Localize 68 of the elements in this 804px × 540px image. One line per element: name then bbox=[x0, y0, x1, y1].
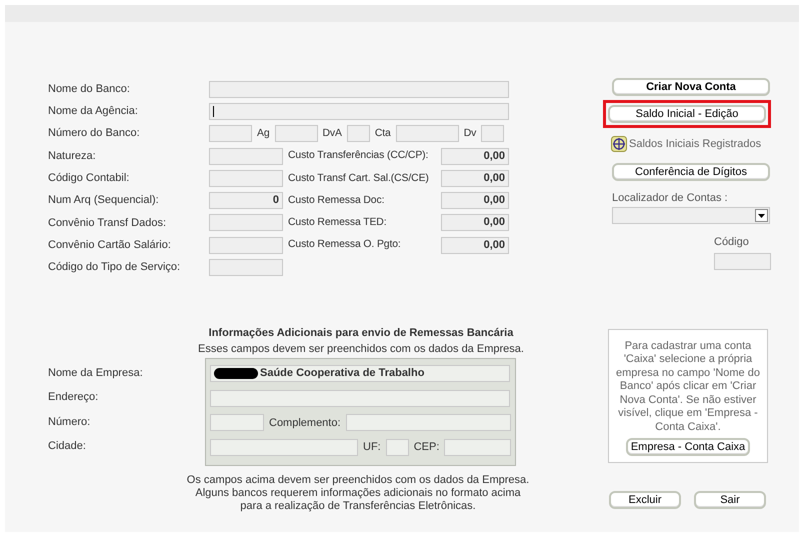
action-button[interactable]: Excluir bbox=[609, 491, 681, 509]
field-label: Nome da Empresa: bbox=[48, 366, 143, 381]
dropdown-field[interactable] bbox=[612, 207, 770, 224]
input-field[interactable] bbox=[210, 438, 358, 456]
help-text: para a realização de Transferências Eletrônicas. bbox=[240, 500, 476, 512]
input-field[interactable] bbox=[714, 252, 771, 270]
field-label: UF: bbox=[363, 440, 381, 456]
help-text: Para cadastrar uma conta 'Caixa' selecione a própria empresa no campo 'Nome do Banco' após clicar em 'Criar Nova Conta'. Se não estiver visível, clique em 'Empresa - Conta Caixa'. bbox=[615, 340, 761, 434]
field-label: Código do Tipo de Serviço: bbox=[48, 260, 182, 276]
input-field[interactable]: 0,00 bbox=[441, 236, 509, 254]
field-label: Ag bbox=[257, 126, 270, 141]
input-field[interactable]: Saúde Cooperativa de Trabalho bbox=[210, 365, 510, 382]
field-label: Convênio Transf Dados: bbox=[48, 216, 168, 231]
crosshair-icon bbox=[611, 136, 627, 152]
input-field[interactable] bbox=[209, 214, 283, 232]
input-field[interactable] bbox=[209, 125, 252, 142]
help-text: Alguns bancos requerem informações adicionais no formato acima bbox=[195, 486, 521, 499]
field-label: Complemento: bbox=[269, 416, 341, 431]
field-label: Número do Banco: bbox=[48, 126, 141, 142]
action-button[interactable]: Saldo Inicial - Edição bbox=[608, 105, 766, 123]
input-field[interactable] bbox=[346, 414, 511, 432]
field-label: Custo Remessa TED: bbox=[288, 216, 386, 230]
section-title: Informações Adicionais para envio de Remessas Bancária bbox=[208, 326, 514, 341]
input-field[interactable] bbox=[444, 438, 511, 456]
field-label: Dv bbox=[464, 126, 476, 141]
action-button[interactable]: Empresa - Conta Caixa bbox=[626, 438, 750, 456]
input-field[interactable] bbox=[209, 102, 509, 120]
input-field[interactable] bbox=[209, 148, 283, 165]
input-field[interactable] bbox=[274, 125, 318, 142]
input-field[interactable] bbox=[209, 259, 283, 276]
field-label: Nome da Agência: bbox=[48, 104, 139, 120]
input-field[interactable] bbox=[481, 125, 504, 142]
field-label: Custo Transferências (CC/CP): bbox=[288, 149, 428, 164]
input-field[interactable]: 0,00 bbox=[441, 170, 509, 187]
field-label: Convênio Cartão Salário: bbox=[48, 238, 172, 253]
field-label: Número: bbox=[48, 414, 90, 430]
input-field[interactable] bbox=[209, 80, 509, 98]
field-label: Custo Remessa O. Pgto: bbox=[288, 238, 401, 252]
input-field[interactable] bbox=[210, 390, 510, 407]
action-button[interactable]: Conferência de Dígitos bbox=[612, 162, 770, 180]
field-label: Código bbox=[714, 235, 749, 250]
field-label: Custo Remessa Doc: bbox=[288, 194, 384, 208]
field-label: Código Contabil: bbox=[48, 171, 130, 186]
section-subtitle: Esses campos devem ser preenchidos com os dados da Empresa. bbox=[197, 342, 525, 358]
input-field[interactable] bbox=[209, 170, 283, 187]
input-field[interactable] bbox=[209, 236, 283, 254]
field-label: Num Arq (Sequencial): bbox=[48, 193, 160, 208]
action-button[interactable]: Criar Nova Conta bbox=[612, 78, 770, 96]
input-field[interactable]: 0 bbox=[209, 192, 283, 210]
field-label: Custo Transf Cart. Sal.(CS/CE) bbox=[288, 172, 429, 186]
field-label: CEP: bbox=[414, 440, 440, 456]
field-label: DvA bbox=[322, 126, 342, 141]
field-label: Localizador de Contas : bbox=[612, 190, 728, 206]
input-field[interactable]: 0,00 bbox=[441, 192, 509, 210]
registered-balances-link[interactable]: Saldos Iniciais Registrados bbox=[611, 136, 762, 152]
field-label: Endereço: bbox=[48, 390, 98, 406]
input-field[interactable] bbox=[396, 125, 459, 142]
field-label: Nome do Banco: bbox=[48, 82, 131, 97]
input-field[interactable] bbox=[210, 414, 264, 432]
field-label: Natureza: bbox=[48, 148, 97, 164]
action-button[interactable]: Sair bbox=[694, 491, 766, 509]
input-field[interactable] bbox=[346, 125, 370, 142]
input-field[interactable] bbox=[386, 438, 409, 456]
help-text: Os campos acima devem ser preenchidos com os dados da Empresa. bbox=[186, 474, 530, 486]
field-label: Cta bbox=[374, 126, 391, 141]
input-field[interactable]: 0,00 bbox=[441, 214, 509, 232]
field-label: Cidade: bbox=[48, 439, 86, 454]
input-field[interactable]: 0,00 bbox=[441, 148, 509, 165]
